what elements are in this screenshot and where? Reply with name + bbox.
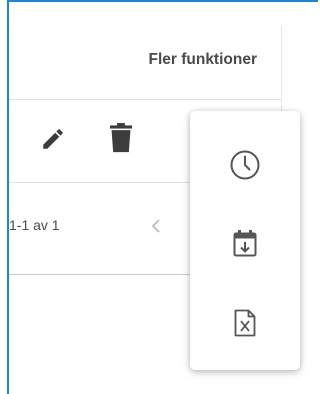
pagination-range: 1-1 av 1	[9, 217, 60, 233]
pencil-icon	[43, 129, 63, 149]
excel-file-icon	[234, 309, 256, 337]
clock-icon	[230, 150, 260, 180]
screen: Fler funktioner 1-1 av 1	[0, 0, 318, 394]
menu-item-export-excel[interactable]	[190, 283, 300, 363]
delete-button[interactable]	[110, 123, 132, 153]
card-header: Fler funktioner	[9, 25, 281, 100]
edit-button[interactable]	[40, 125, 66, 153]
chevron-left-icon	[151, 219, 160, 233]
more-functions-button[interactable]: Fler funktioner	[148, 51, 257, 69]
trash-icon	[110, 123, 132, 153]
menu-item-history[interactable]	[190, 125, 300, 205]
previous-page-button[interactable]	[149, 216, 163, 236]
more-functions-menu	[190, 111, 300, 370]
menu-item-calendar-download[interactable]	[190, 204, 300, 284]
calendar-download-icon	[233, 230, 257, 257]
